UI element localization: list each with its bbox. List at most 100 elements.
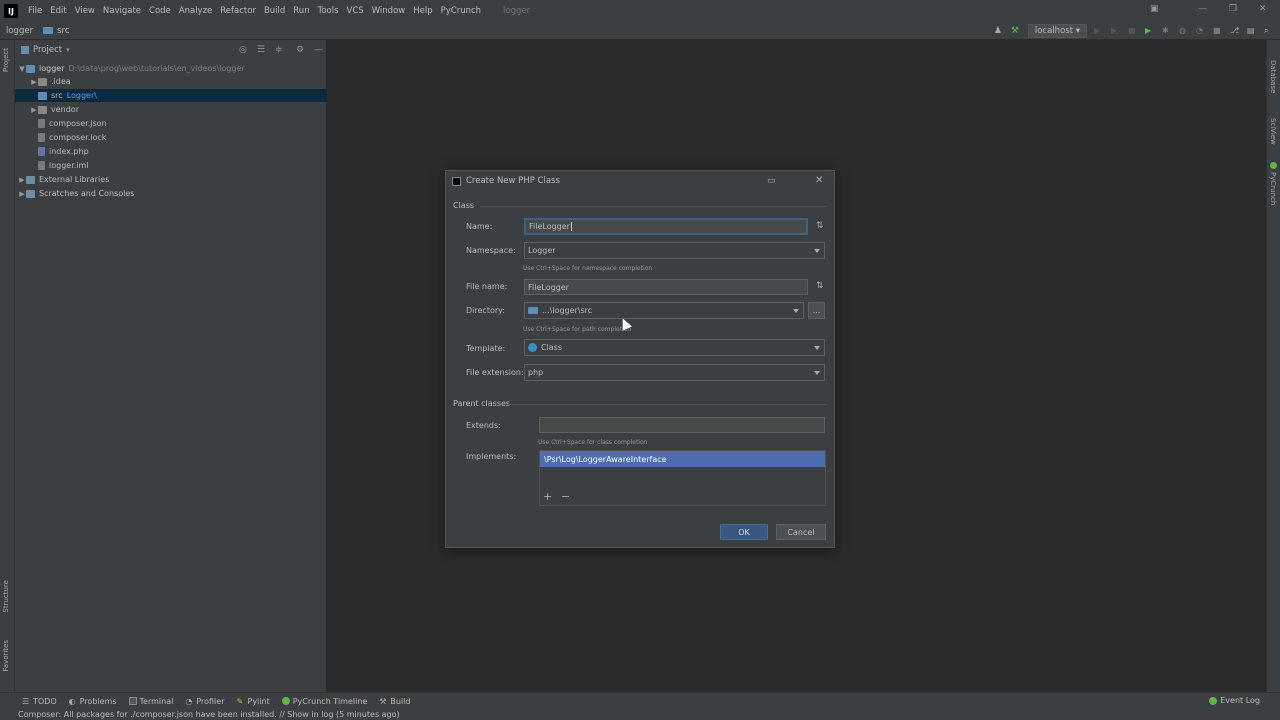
- locate-icon[interactable]: ◎: [239, 45, 247, 55]
- tree-item-label: composer.json: [49, 119, 107, 128]
- chevron-down-icon[interactable]: [814, 249, 820, 253]
- name-input[interactable]: FileLogger: [524, 218, 808, 235]
- stop-all-icon[interactable]: ■: [1213, 26, 1223, 36]
- text-caret: [570, 222, 572, 231]
- tab-terminal[interactable]: Terminal: [128, 697, 173, 706]
- tree-item-external-libraries[interactable]: ▶ External Libraries: [15, 173, 327, 186]
- run-configuration-select[interactable]: localhost ▾: [1027, 24, 1087, 38]
- tab-problems[interactable]: ◐ Problems: [68, 697, 117, 707]
- tree-item-scratches[interactable]: ▶ Scratches and Consoles: [15, 187, 327, 200]
- menu-tools[interactable]: Tools: [314, 6, 343, 16]
- hammer-icon[interactable]: ⚒: [1011, 26, 1021, 36]
- list-item[interactable]: \Psr\Log\LoggerAwareInterface: [540, 451, 825, 467]
- breadcrumb-project[interactable]: logger: [0, 26, 37, 36]
- tree-item-composer-json[interactable]: composer.json: [15, 117, 327, 130]
- vcs-icon[interactable]: ⎇: [1230, 26, 1240, 36]
- menu-run[interactable]: Run: [289, 6, 313, 16]
- chevron-right-icon[interactable]: ▶: [18, 176, 26, 184]
- extends-input[interactable]: [539, 417, 825, 433]
- chevron-right-icon[interactable]: ▶: [30, 78, 38, 86]
- filename-input[interactable]: FileLogger: [524, 279, 808, 295]
- run-icon[interactable]: ▶: [1145, 26, 1155, 36]
- favorites-tool-tab[interactable]: Favorites: [2, 640, 10, 672]
- namespace-label: Namespace:: [466, 246, 516, 255]
- gear-icon[interactable]: ⚙: [296, 45, 304, 55]
- menu-window[interactable]: Window: [368, 6, 410, 16]
- menu-code[interactable]: Code: [145, 6, 175, 16]
- search-icon[interactable]: ⌕: [1264, 26, 1274, 36]
- browse-directory-button[interactable]: ...: [808, 302, 825, 319]
- tab-pycrunch-timeline[interactable]: PyCrunch Timeline: [281, 697, 367, 706]
- event-log-tab[interactable]: Event Log: [1209, 696, 1260, 705]
- menu-help[interactable]: Help: [409, 6, 436, 16]
- tree-item-label: composer.lock: [49, 133, 107, 142]
- debug-icon[interactable]: ✱: [1162, 26, 1172, 36]
- tab-build[interactable]: ⚒ Build: [379, 697, 410, 707]
- close-icon[interactable]: ✕: [815, 175, 823, 186]
- fullscreen-icon[interactable]: ▣: [1150, 4, 1159, 14]
- tree-item-label: vendor: [51, 105, 79, 114]
- menu-pycrunch[interactable]: PyCrunch: [437, 6, 485, 16]
- tree-item-root[interactable]: ▼ logger D:\data\prog\web\tutorials\en_v…: [15, 62, 327, 75]
- status-bar: Composer: All packages for ./composer.js…: [0, 709, 1280, 720]
- menu-analyze[interactable]: Analyze: [175, 6, 217, 16]
- close-window-icon[interactable]: ✕: [1259, 4, 1267, 14]
- tree-item-vendor[interactable]: ▶ vendor: [15, 103, 327, 116]
- collapse-all-icon[interactable]: ≑: [275, 45, 283, 55]
- implements-list[interactable]: \Psr\Log\LoggerAwareInterface: [539, 450, 826, 506]
- tab-profiler[interactable]: ◔ Profiler: [185, 697, 224, 707]
- ok-button[interactable]: OK: [720, 524, 768, 540]
- menu-navigate[interactable]: Navigate: [99, 6, 145, 16]
- menu-edit[interactable]: Edit: [46, 6, 70, 16]
- tree-item-index-php[interactable]: index.php: [15, 145, 327, 158]
- chevron-down-icon[interactable]: [793, 309, 799, 313]
- restore-icon[interactable]: ❐: [1229, 4, 1237, 14]
- menu-vcs[interactable]: VCS: [343, 6, 368, 16]
- menu-view[interactable]: View: [71, 6, 99, 16]
- chevron-right-icon[interactable]: ▶: [30, 106, 38, 114]
- user-icon[interactable]: ♟: [994, 26, 1004, 36]
- structure-tool-tab[interactable]: Structure: [2, 580, 10, 613]
- tab-pylint[interactable]: ✎ Pylint: [237, 697, 270, 707]
- tree-item-src[interactable]: src Logger\: [15, 89, 327, 102]
- hammer-icon: ⚒: [379, 697, 387, 706]
- profiler-icon: ◔: [185, 697, 193, 706]
- menu-file[interactable]: File: [24, 6, 46, 16]
- menu-refactor[interactable]: Refactor: [216, 6, 260, 16]
- project-view-label[interactable]: Project: [33, 45, 62, 55]
- sort-icon[interactable]: ⇅: [816, 221, 824, 231]
- minimize-icon[interactable]: —: [1198, 4, 1207, 14]
- hide-panel-icon[interactable]: —: [314, 45, 323, 55]
- project-tool-tab[interactable]: Project: [2, 48, 10, 72]
- breadcrumb-src[interactable]: src: [37, 26, 73, 36]
- coverage-icon[interactable]: ◍: [1179, 26, 1189, 36]
- add-icon[interactable]: +: [543, 490, 552, 503]
- window-mode-icon[interactable]: ▭: [767, 176, 776, 186]
- database-tool-tab[interactable]: Database: [1269, 60, 1277, 93]
- pycrunch-tool-tab[interactable]: PyCrunch: [1269, 172, 1277, 205]
- layout-icon[interactable]: ▤: [1247, 26, 1257, 36]
- menu-build[interactable]: Build: [260, 6, 289, 16]
- chevron-right-icon[interactable]: ▶: [18, 190, 26, 198]
- cancel-button[interactable]: Cancel: [776, 524, 826, 540]
- sciview-tool-tab[interactable]: SciView: [1269, 118, 1277, 145]
- tree-item-logger-iml[interactable]: logger.iml: [15, 159, 327, 172]
- remove-icon[interactable]: −: [561, 490, 570, 503]
- extension-combo[interactable]: php: [524, 364, 825, 381]
- problems-icon: ◐: [68, 697, 76, 706]
- sort-icon[interactable]: ⇅: [816, 281, 824, 291]
- chevron-down-icon[interactable]: [814, 346, 820, 350]
- name-label: Name:: [466, 222, 493, 231]
- status-message[interactable]: Composer: All packages for ./composer.js…: [18, 710, 400, 719]
- tree-item-idea[interactable]: ▶ .idea: [15, 75, 327, 88]
- tree-item-composer-lock[interactable]: composer.lock: [15, 131, 327, 144]
- template-combo[interactable]: Class: [524, 339, 825, 356]
- chevron-down-icon[interactable]: [814, 371, 820, 375]
- profile-icon[interactable]: ◔: [1196, 26, 1206, 36]
- namespace-combo[interactable]: Logger: [524, 242, 825, 259]
- directory-combo[interactable]: ...\logger\src: [524, 302, 804, 319]
- chevron-down-icon[interactable]: ▼: [18, 65, 26, 73]
- tab-todo[interactable]: ☰ TODO: [22, 697, 57, 707]
- chevron-down-icon[interactable]: ▾: [66, 46, 70, 54]
- expand-all-icon[interactable]: ☰: [257, 45, 265, 55]
